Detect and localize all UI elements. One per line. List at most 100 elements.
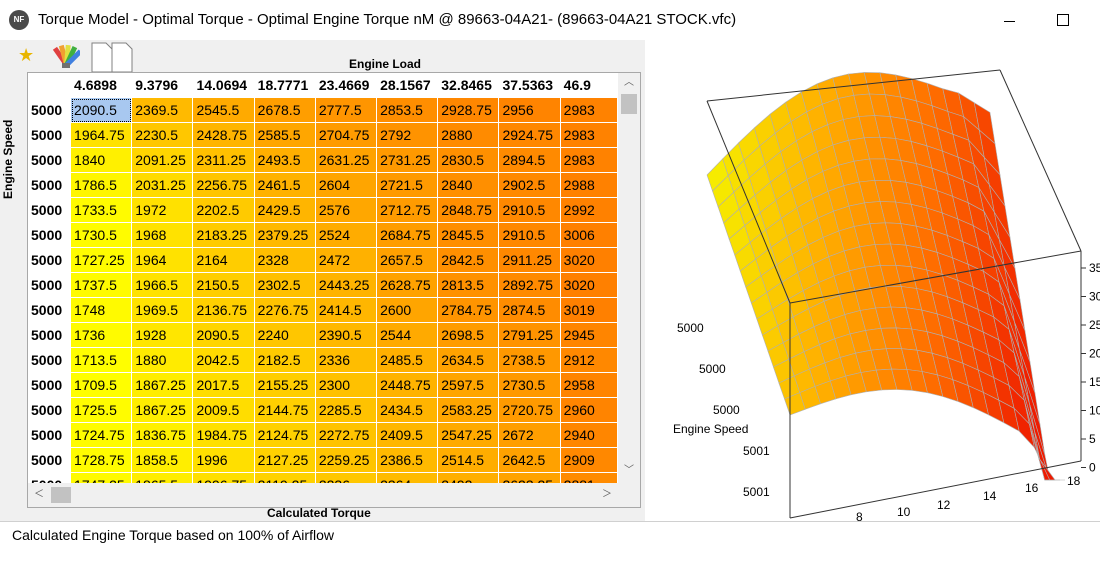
table-cell[interactable]: 2634.5 xyxy=(437,347,500,373)
table-cell[interactable]: 2909 xyxy=(560,447,618,473)
column-header[interactable]: 23.4669 xyxy=(315,73,378,98)
table-cell[interactable]: 2892.75 xyxy=(498,272,561,298)
table-cell[interactable]: 1724.75 xyxy=(70,422,133,448)
table-cell[interactable]: 2813.5 xyxy=(437,272,500,298)
table-cell[interactable]: 1867.25 xyxy=(131,372,194,398)
row-header[interactable]: 5000 xyxy=(28,422,72,448)
table-cell[interactable]: 2678.5 xyxy=(254,97,316,123)
table-cell[interactable]: 2983 xyxy=(560,97,618,123)
table-cell[interactable]: 2547.25 xyxy=(437,422,500,448)
table-cell[interactable]: 2150.5 xyxy=(192,272,255,298)
table-cell[interactable]: 2202.5 xyxy=(192,197,255,223)
table-cell[interactable]: 1867.25 xyxy=(131,397,194,423)
table-cell[interactable]: 2894.5 xyxy=(498,147,561,173)
row-header[interactable]: 5000 xyxy=(28,347,72,373)
table-cell[interactable]: 2031.25 xyxy=(131,172,194,198)
horizontal-scroll-thumb[interactable] xyxy=(51,487,71,503)
table-cell[interactable]: 2698.5 xyxy=(437,322,500,348)
table-cell[interactable]: 2017.5 xyxy=(192,372,255,398)
table-cell[interactable]: 1984.75 xyxy=(192,422,255,448)
table-cell[interactable]: 2924.75 xyxy=(498,122,561,148)
table-cell[interactable]: 2230.5 xyxy=(131,122,194,148)
table-cell[interactable]: 2182.5 xyxy=(254,347,316,373)
table-cell[interactable]: 2623.25 xyxy=(498,472,561,483)
table-cell[interactable]: 1865.5 xyxy=(131,472,194,483)
table-cell[interactable]: 2928.75 xyxy=(437,97,500,123)
table-cell[interactable]: 2738.5 xyxy=(498,347,561,373)
column-header[interactable]: 32.8465 xyxy=(437,73,500,98)
table-cell[interactable]: 2585.5 xyxy=(254,122,316,148)
table-cell[interactable]: 1786.5 xyxy=(70,172,133,198)
table-cell[interactable]: 1736 xyxy=(70,322,133,348)
table-cell[interactable]: 1880 xyxy=(131,347,194,373)
table-cell[interactable]: 1964 xyxy=(131,247,194,273)
table-cell[interactable]: 2409.5 xyxy=(376,422,439,448)
table-cell[interactable]: 2485.5 xyxy=(376,347,439,373)
row-header[interactable]: 5000 xyxy=(28,322,72,348)
table-cell[interactable]: 2940 xyxy=(560,422,618,448)
table-cell[interactable]: 2983 xyxy=(560,147,618,173)
table-cell[interactable]: 2119.25 xyxy=(254,472,316,483)
table-cell[interactable]: 2524 xyxy=(315,222,378,248)
row-header[interactable]: 5000 xyxy=(28,372,72,398)
palette-icon[interactable] xyxy=(50,43,80,69)
table-cell[interactable]: 2285.5 xyxy=(315,397,378,423)
table-cell[interactable]: 3020 xyxy=(560,272,618,298)
table-cell[interactable]: 2009.5 xyxy=(192,397,255,423)
scroll-down-icon[interactable]: ﹀ xyxy=(618,461,640,481)
table-cell[interactable]: 2311.25 xyxy=(192,147,255,173)
table-cell[interactable]: 2493.5 xyxy=(254,147,316,173)
table-cell[interactable]: 2902.5 xyxy=(498,172,561,198)
table-cell[interactable]: 2124.75 xyxy=(254,422,316,448)
table-cell[interactable]: 2958 xyxy=(560,372,618,398)
table-cell[interactable]: 1996.75 xyxy=(192,472,255,483)
surface-chart[interactable]: 5000 5000 5000 5001 5001 Engine Speed 8 10 12 1… xyxy=(645,40,1100,521)
table-cell[interactable]: 2880 xyxy=(437,122,500,148)
table-cell[interactable]: 2956 xyxy=(498,97,561,123)
table-cell[interactable]: 2583.25 xyxy=(437,397,500,423)
column-header[interactable]: 9.3796 xyxy=(131,73,194,98)
table-cell[interactable]: 2127.25 xyxy=(254,447,316,473)
document-icon[interactable] xyxy=(90,41,134,73)
table-cell[interactable]: 2434.5 xyxy=(376,397,439,423)
table-cell[interactable]: 2721.5 xyxy=(376,172,439,198)
minimize-button[interactable] xyxy=(986,4,1032,36)
table-cell[interactable]: 2988 xyxy=(560,172,618,198)
star-icon[interactable]: ★ xyxy=(18,46,34,64)
table-cell[interactable]: 2386.5 xyxy=(376,447,439,473)
table-cell[interactable]: 2448.75 xyxy=(376,372,439,398)
column-header[interactable]: 46.9 xyxy=(560,73,618,98)
row-header[interactable]: 5000 xyxy=(28,397,72,423)
row-header[interactable]: 5000 xyxy=(28,272,72,298)
table-cell[interactable]: 2300 xyxy=(315,372,378,398)
table-cell[interactable]: 1728.75 xyxy=(70,447,133,473)
table-cell[interactable]: 2704.75 xyxy=(315,122,378,148)
table-cell[interactable]: 1928 xyxy=(131,322,194,348)
row-header[interactable]: 5000 xyxy=(28,97,72,123)
table-cell[interactable]: 2544 xyxy=(376,322,439,348)
table-cell[interactable]: 2657.5 xyxy=(376,247,439,273)
row-header[interactable]: 5000 xyxy=(28,222,72,248)
table-cell[interactable]: 1748 xyxy=(70,297,133,323)
table-cell[interactable]: 2791.25 xyxy=(498,322,561,348)
table-cell[interactable]: 1969.5 xyxy=(131,297,194,323)
scroll-right-icon[interactable]: ＞ xyxy=(596,483,618,507)
table-cell[interactable]: 2631.25 xyxy=(315,147,378,173)
table-cell[interactable]: 2369.5 xyxy=(131,97,194,123)
table-cell[interactable]: 2276.75 xyxy=(254,297,316,323)
table-cell[interactable]: 2144.75 xyxy=(254,397,316,423)
table-cell[interactable]: 2720.75 xyxy=(498,397,561,423)
table-cell[interactable]: 2983 xyxy=(560,122,618,148)
table-cell[interactable]: 2042.5 xyxy=(192,347,255,373)
table-cell[interactable]: 3006 xyxy=(560,222,618,248)
table-cell[interactable]: 2672 xyxy=(498,422,561,448)
table-cell[interactable]: 3020 xyxy=(560,247,618,273)
table-cell[interactable]: 2910.5 xyxy=(498,197,561,223)
table-cell[interactable]: 2414.5 xyxy=(315,297,378,323)
table-cell[interactable]: 2874.5 xyxy=(498,297,561,323)
table-cell[interactable]: 2830.5 xyxy=(437,147,500,173)
column-header[interactable]: 14.0694 xyxy=(192,73,255,98)
table-cell[interactable]: 1709.5 xyxy=(70,372,133,398)
table-cell[interactable]: 2136.75 xyxy=(192,297,255,323)
table-cell[interactable]: 1964.75 xyxy=(70,122,133,148)
